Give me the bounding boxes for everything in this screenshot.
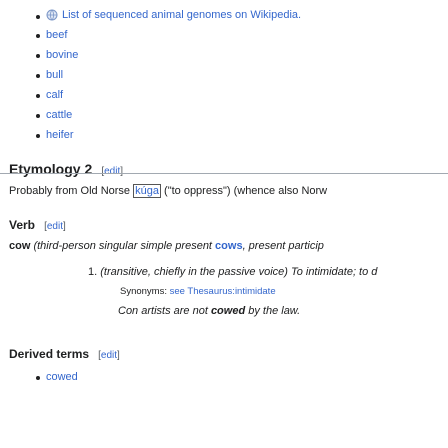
heading-text: Etymology 2 <box>9 161 93 177</box>
definition: 1. (transitive, chiefly in the passive v… <box>88 266 377 278</box>
definition-text: (transitive, chiefly in the passive voic… <box>97 266 378 278</box>
bullet <box>36 15 40 19</box>
synonyms-label: Synonyms: <box>120 286 170 297</box>
list-item-link[interactable]: beef <box>46 29 67 41</box>
definition-number: 1. <box>88 266 98 278</box>
edit-link[interactable]: edit <box>104 166 120 177</box>
edit-section: [edit] <box>98 350 120 361</box>
edit-link[interactable]: edit <box>101 350 117 361</box>
etymology-text: Probably from Old Norse kúga ("to oppres… <box>9 184 328 198</box>
section-heading-verb: Verb [edit] <box>9 218 66 232</box>
edit-section: [edit] <box>44 221 66 232</box>
headword-line: cow (third-person singular simple presen… <box>9 240 324 252</box>
inflection-link[interactable]: cows <box>215 240 243 252</box>
wikipedia-globe-icon <box>46 9 58 21</box>
headword: cow <box>9 240 31 252</box>
list-item-link[interactable]: bovine <box>46 49 78 61</box>
wikipedia-list-link[interactable]: List of sequenced animal genomes on Wiki… <box>62 9 301 21</box>
list-item-link[interactable]: calf <box>46 89 63 101</box>
edit-link[interactable]: edit <box>47 221 63 232</box>
etymon-link[interactable]: kúga <box>133 184 161 198</box>
edit-section: [edit] <box>101 166 123 177</box>
usage-example: Con artists are not cowed by the law. <box>118 305 301 317</box>
list-item-link[interactable]: bull <box>46 69 63 81</box>
list-item-link[interactable]: heifer <box>46 129 74 141</box>
thesaurus-link[interactable]: see Thesaurus:intimidate <box>170 286 276 297</box>
derived-term-link[interactable]: cowed <box>46 371 78 383</box>
list-item-link[interactable]: cattle <box>46 109 72 121</box>
section-heading-etymology: Etymology 2 [edit] <box>9 161 123 177</box>
heading-text: Verb <box>9 218 36 232</box>
synonyms-line: Synonyms: see Thesaurus:intimidate <box>120 286 276 297</box>
section-heading-derived-terms: Derived terms [edit] <box>9 347 120 361</box>
heading-underline <box>0 173 448 174</box>
heading-text: Derived terms <box>9 347 90 361</box>
